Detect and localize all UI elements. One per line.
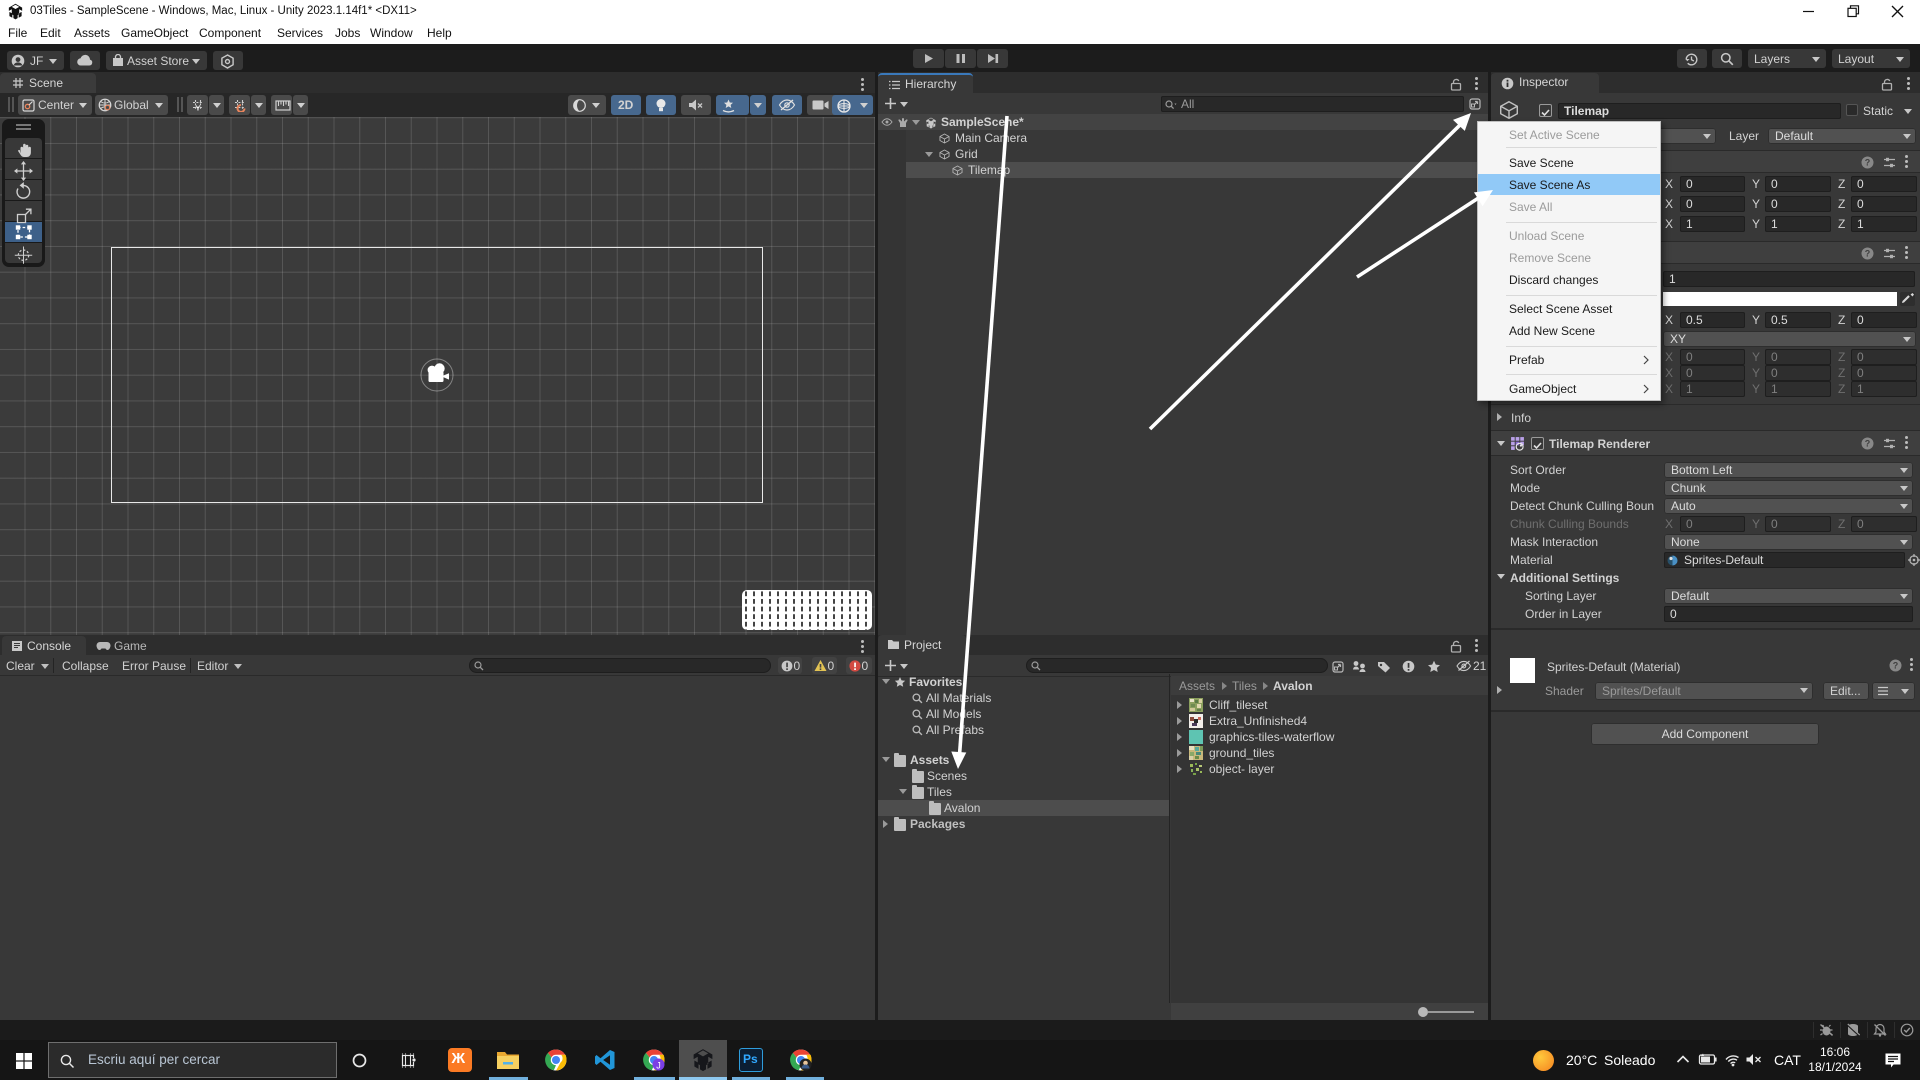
svg-text:J: J [656, 1061, 661, 1071]
svg-text:?: ? [1893, 661, 1899, 671]
svg-text:?: ? [1865, 439, 1871, 449]
svg-text:Y: Y [196, 106, 201, 113]
svg-text:?: ? [1865, 249, 1871, 259]
svg-text:?: ? [1865, 158, 1871, 168]
